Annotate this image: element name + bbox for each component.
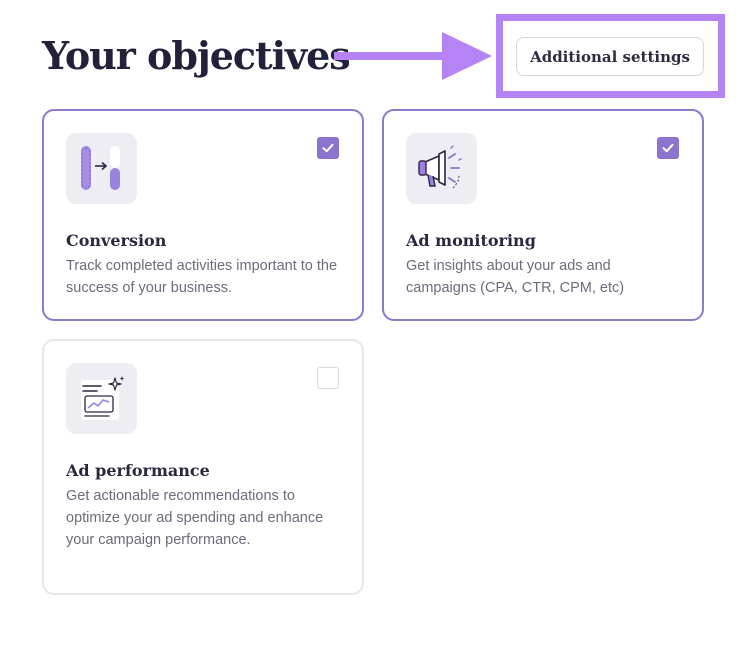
objective-checkbox-ad-monitoring[interactable] (657, 137, 679, 159)
objective-description: Get insights about your ads and campaign… (406, 258, 625, 296)
checkmark-icon (662, 143, 674, 153)
annotation-arrow-icon (334, 32, 492, 80)
objective-description: Get actionable recommendations to optimi… (66, 488, 324, 548)
additional-settings-button[interactable]: Additional settings (516, 37, 704, 76)
objective-title: Conversion (66, 231, 167, 250)
objective-card-conversion[interactable]: Conversion Track completed activities im… (42, 109, 364, 321)
objective-title: Ad monitoring (406, 231, 536, 250)
objective-card-ad-monitoring[interactable]: Ad monitoring Get insights about your ad… (382, 109, 704, 321)
objective-title: Ad performance (66, 461, 210, 480)
megaphone-icon (406, 133, 477, 204)
objective-description: Track completed activities important to … (66, 258, 338, 296)
conversion-icon (66, 133, 137, 204)
objective-checkbox-conversion[interactable] (317, 137, 339, 159)
performance-chart-icon (66, 363, 137, 434)
objective-checkbox-ad-performance[interactable] (317, 367, 339, 389)
page-title: Your objectives (42, 33, 351, 78)
checkmark-icon (322, 143, 334, 153)
objective-card-ad-performance[interactable]: Ad performance Get actionable recommenda… (42, 339, 364, 595)
